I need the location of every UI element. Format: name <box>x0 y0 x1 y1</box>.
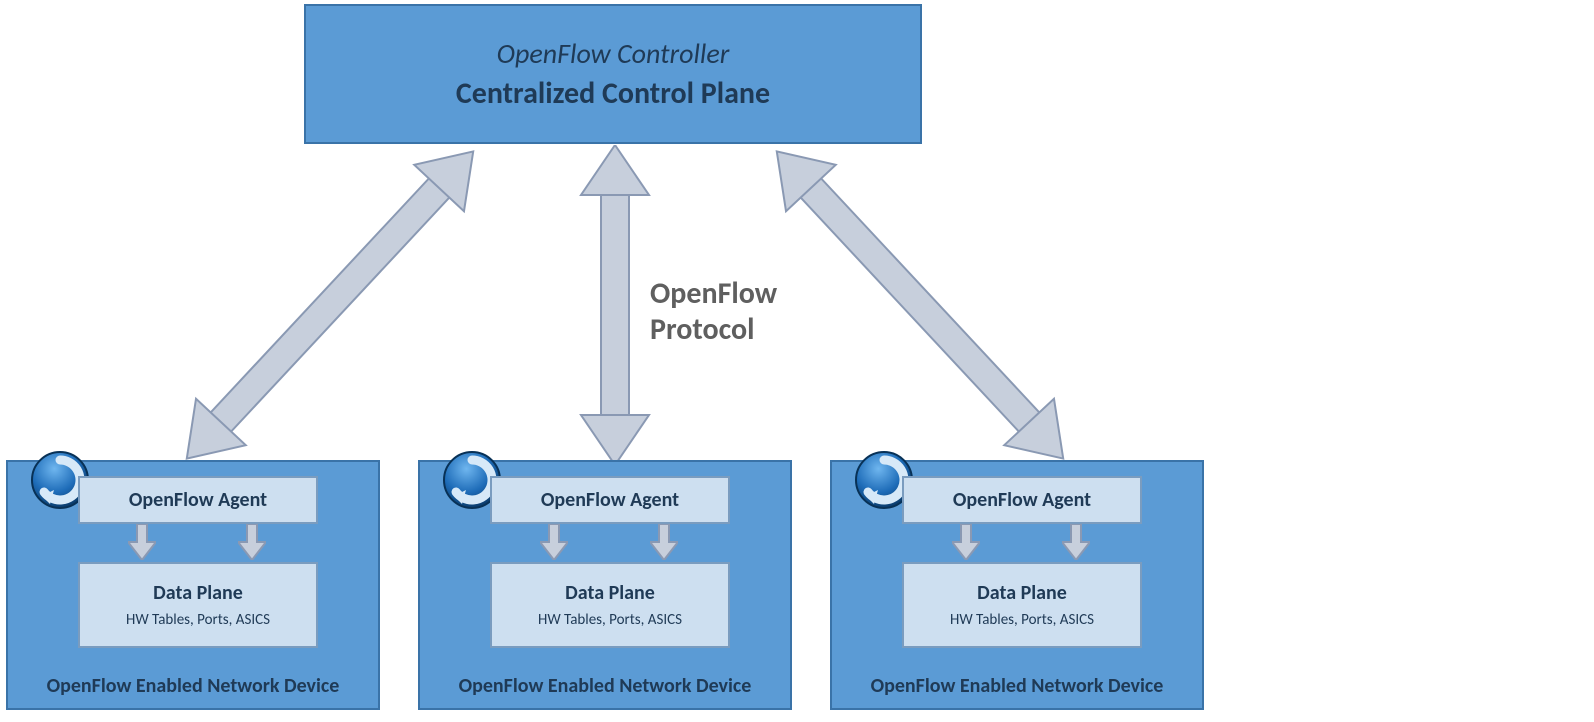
dataplane-subtitle: HW Tables, Ports, ASICS <box>126 611 270 629</box>
dataplane-title: Data Plane <box>153 581 243 605</box>
agent-to-dataplane-arrow-icon <box>650 524 678 560</box>
agent-box: OpenFlow Agent <box>902 476 1142 524</box>
device-label: OpenFlow Enabled Network Device <box>832 674 1202 698</box>
device-box-2: OpenFlow Agent Data Plane HW Tables, Por… <box>418 460 792 710</box>
agent-label: OpenFlow Agent <box>541 488 679 512</box>
agent-box: OpenFlow Agent <box>490 476 730 524</box>
agent-to-dataplane-arrow-icon <box>1062 524 1090 560</box>
dataplane-subtitle: HW Tables, Ports, ASICS <box>538 611 682 629</box>
dataplane-title: Data Plane <box>565 581 655 605</box>
agent-box: OpenFlow Agent <box>78 476 318 524</box>
device-box-1: OpenFlow Agent Data Plane HW Tables, Por… <box>6 460 380 710</box>
dataplane-box: Data Plane HW Tables, Ports, ASICS <box>78 562 318 648</box>
dataplane-title: Data Plane <box>977 581 1067 605</box>
dataplane-box: Data Plane HW Tables, Ports, ASICS <box>902 562 1142 648</box>
agent-label: OpenFlow Agent <box>129 488 267 512</box>
device-label: OpenFlow Enabled Network Device <box>8 674 378 698</box>
controller-title: OpenFlow Controller <box>497 36 730 71</box>
protocol-line2: Protocol <box>650 312 777 348</box>
agent-label: OpenFlow Agent <box>953 488 1091 512</box>
arrow-left <box>170 140 490 470</box>
protocol-label: OpenFlow Protocol <box>650 276 777 348</box>
agent-to-dataplane-arrow-icon <box>952 524 980 560</box>
protocol-line1: OpenFlow <box>650 276 777 312</box>
agent-to-dataplane-arrow-icon <box>128 524 156 560</box>
controller-box: OpenFlow Controller Centralized Control … <box>304 4 922 144</box>
device-box-3: OpenFlow Agent Data Plane HW Tables, Por… <box>830 460 1204 710</box>
agent-to-dataplane-arrow-icon <box>238 524 266 560</box>
dataplane-box: Data Plane HW Tables, Ports, ASICS <box>490 562 730 648</box>
arrow-right <box>760 140 1080 470</box>
agent-to-dataplane-arrow-icon <box>540 524 568 560</box>
device-label: OpenFlow Enabled Network Device <box>420 674 790 698</box>
controller-subtitle: Centralized Control Plane <box>456 75 770 112</box>
arrow-middle <box>570 145 660 465</box>
dataplane-subtitle: HW Tables, Ports, ASICS <box>950 611 1094 629</box>
